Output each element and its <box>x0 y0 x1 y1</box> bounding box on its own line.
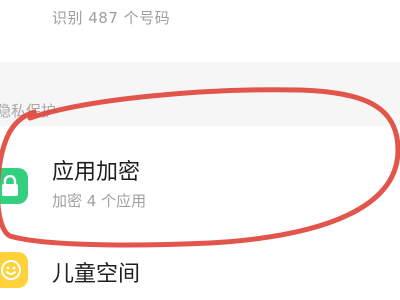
harassment-block-item[interactable]: 识别 487 个号码 <box>0 0 400 62</box>
harassment-block-subtitle: 识别 487 个号码 <box>52 9 171 27</box>
section-separator <box>0 62 400 126</box>
lock-icon <box>0 168 28 204</box>
section-title-privacy: 隐私保护 <box>0 102 57 120</box>
app-lock-title: 应用加密 <box>52 160 141 185</box>
kids-space-title: 儿童空间 <box>52 262 141 287</box>
kids-space-item[interactable]: 儿童空间 <box>0 236 400 300</box>
app-lock-subtitle: 加密 4 个应用 <box>52 192 147 210</box>
app-lock-item[interactable]: 应用加密 加密 4 个应用 <box>0 126 400 236</box>
kids-face-icon <box>0 252 28 288</box>
